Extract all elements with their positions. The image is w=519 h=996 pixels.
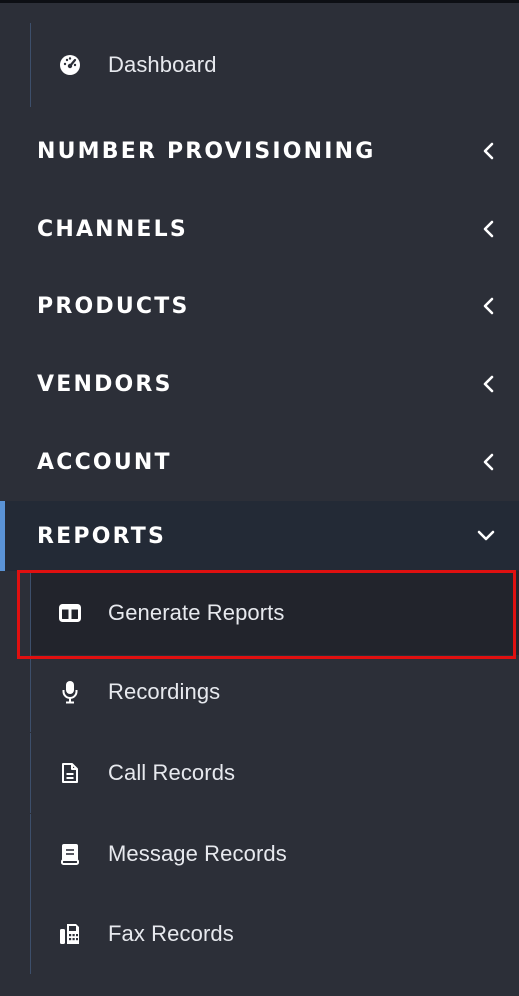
section-number-provisioning[interactable]: NUMBER PROVISIONING bbox=[0, 112, 519, 190]
sidebar-item-label: Dashboard bbox=[108, 52, 217, 77]
tachometer-icon bbox=[59, 54, 81, 76]
sidebar-item-call-records[interactable]: Call Records bbox=[30, 733, 519, 813]
sidebar-nav: Dashboard NUMBER PROVISIONING CHANNELS P… bbox=[0, 0, 519, 996]
section-channels[interactable]: CHANNELS bbox=[0, 190, 519, 268]
section-products[interactable]: PRODUCTS bbox=[0, 267, 519, 345]
section-vendors[interactable]: VENDORS bbox=[0, 345, 519, 423]
microphone-icon bbox=[59, 681, 81, 704]
sidebar-item-message-records[interactable]: Message Records bbox=[30, 814, 519, 894]
chevron-left-icon bbox=[483, 453, 494, 471]
file-text-icon bbox=[59, 762, 81, 784]
section-label: ACCOUNT bbox=[37, 449, 172, 475]
sidebar-item-label: Message Records bbox=[108, 841, 287, 866]
section-label: VENDORS bbox=[37, 371, 173, 397]
chevron-left-icon bbox=[483, 297, 494, 315]
sidebar-item-recordings[interactable]: Recordings bbox=[30, 652, 519, 732]
section-label: NUMBER PROVISIONING bbox=[37, 138, 376, 164]
section-label: REPORTS bbox=[37, 523, 166, 549]
section-account[interactable]: ACCOUNT bbox=[0, 423, 519, 501]
columns-icon bbox=[59, 602, 81, 624]
chevron-down-icon bbox=[477, 530, 495, 541]
sidebar-item-generate-reports[interactable]: Generate Reports bbox=[30, 571, 519, 655]
sidebar-item-label: Call Records bbox=[108, 760, 236, 785]
sidebar-item-fax-records[interactable]: Fax Records bbox=[30, 894, 519, 974]
sidebar-item-label: Generate Reports bbox=[108, 600, 285, 625]
section-label: PRODUCTS bbox=[37, 293, 190, 319]
chevron-left-icon bbox=[483, 220, 494, 238]
sidebar-item-label: Fax Records bbox=[108, 921, 234, 946]
fax-icon bbox=[59, 923, 81, 945]
section-reports[interactable]: REPORTS bbox=[0, 501, 519, 571]
sidebar-item-dashboard[interactable]: Dashboard bbox=[30, 23, 519, 107]
section-label: CHANNELS bbox=[37, 216, 188, 242]
sidebar-item-label: Recordings bbox=[108, 679, 221, 704]
book-icon bbox=[59, 843, 81, 865]
chevron-left-icon bbox=[483, 375, 494, 393]
chevron-left-icon bbox=[483, 142, 494, 160]
